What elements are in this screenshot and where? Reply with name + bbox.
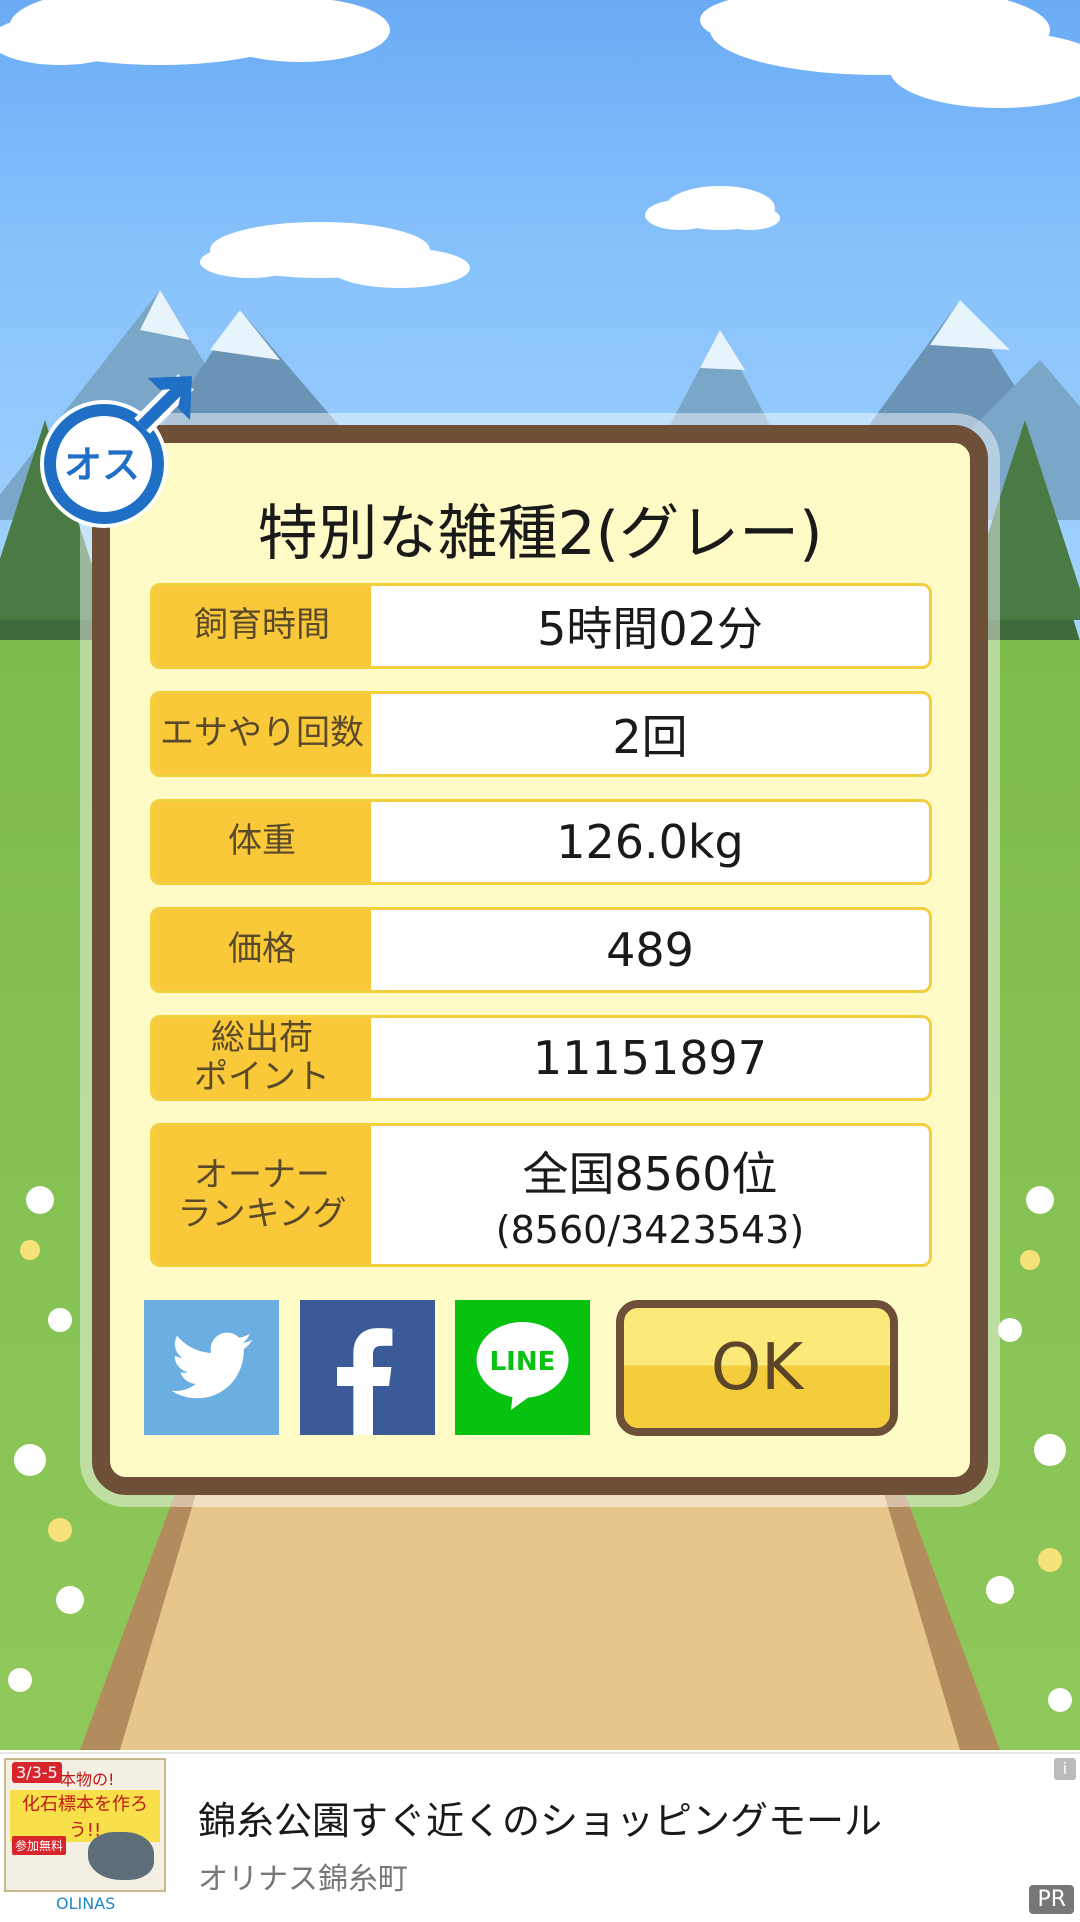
stat-label: 総出荷 ポイント [153,1018,371,1098]
stat-value: 11151897 [532,1031,768,1085]
ad-pr-badge: PR [1029,1885,1074,1914]
ad-thumb-tag: 本物の! [60,1770,115,1789]
stat-value: 489 [606,923,694,977]
stat-row-feed-count: エサやり回数 2回 [150,691,932,777]
stat-label: オーナー ランキング [153,1126,371,1264]
ad-banner[interactable]: 3/3-5 本物の! 化石標本を作ろう!! 参加無料 OLINAS 錦糸公園すぐ… [0,1752,1080,1922]
stat-row-owner-ranking: オーナー ランキング 全国8560位 (8560/3423543) [150,1123,932,1267]
male-symbol-icon: オス [40,374,194,528]
line-text: LINE [490,1347,556,1377]
stat-row-total-points: 総出荷 ポイント 11151897 [150,1015,932,1101]
line-logo-icon: LINE [476,1322,569,1410]
ad-brand-logo: OLINAS [56,1894,116,1913]
ad-title[interactable]: 錦糸公園すぐ近くのショッピングモール [198,1790,882,1845]
stat-label: エサやり回数 [153,694,371,774]
stat-label: 価格 [153,910,371,990]
ad-info-icon[interactable]: i [1054,1758,1076,1780]
facebook-share-button[interactable] [300,1300,435,1435]
male-badge: オス [36,368,200,532]
dialog-title: 特別な雑種2(グレー) [257,499,823,569]
stat-value: 5時間02分 [537,602,763,656]
ok-button[interactable]: OK [616,1300,898,1436]
twitter-bird-icon [171,1332,252,1399]
line-share-button[interactable]: LINE [455,1300,590,1435]
fossil-rock-image [88,1832,154,1880]
stat-value: 2回 [612,710,688,764]
pet-info-dialog: 特別な雑種2(グレー) 飼育時間 5時間02分 エサやり回数 2回 体重 126… [92,425,988,1495]
stat-value: 126.0kg [556,815,744,869]
stat-row-weight: 体重 126.0kg [150,799,932,885]
stat-row-breeding-time: 飼育時間 5時間02分 [150,583,932,669]
stat-value-group: 全国8560位 (8560/3423543) [371,1126,929,1264]
ad-thumb-badge: 参加無料 [12,1836,67,1855]
badge-text: オス [64,443,140,487]
facebook-f-icon [337,1328,393,1435]
twitter-share-button[interactable] [144,1300,279,1435]
ranking-detail: (8560/3423543) [495,1208,805,1252]
stat-row-price: 価格 489 [150,907,932,993]
stat-label: 飼育時間 [153,586,371,666]
ad-subtitle[interactable]: オリナス錦糸町 [198,1854,408,1898]
ad-thumbnail[interactable]: 3/3-5 本物の! 化石標本を作ろう!! 参加無料 [4,1758,166,1892]
ad-thumb-dates: 3/3-5 [12,1762,62,1783]
ranking-value: 全国8560位 [522,1147,778,1201]
stat-label: 体重 [153,802,371,882]
